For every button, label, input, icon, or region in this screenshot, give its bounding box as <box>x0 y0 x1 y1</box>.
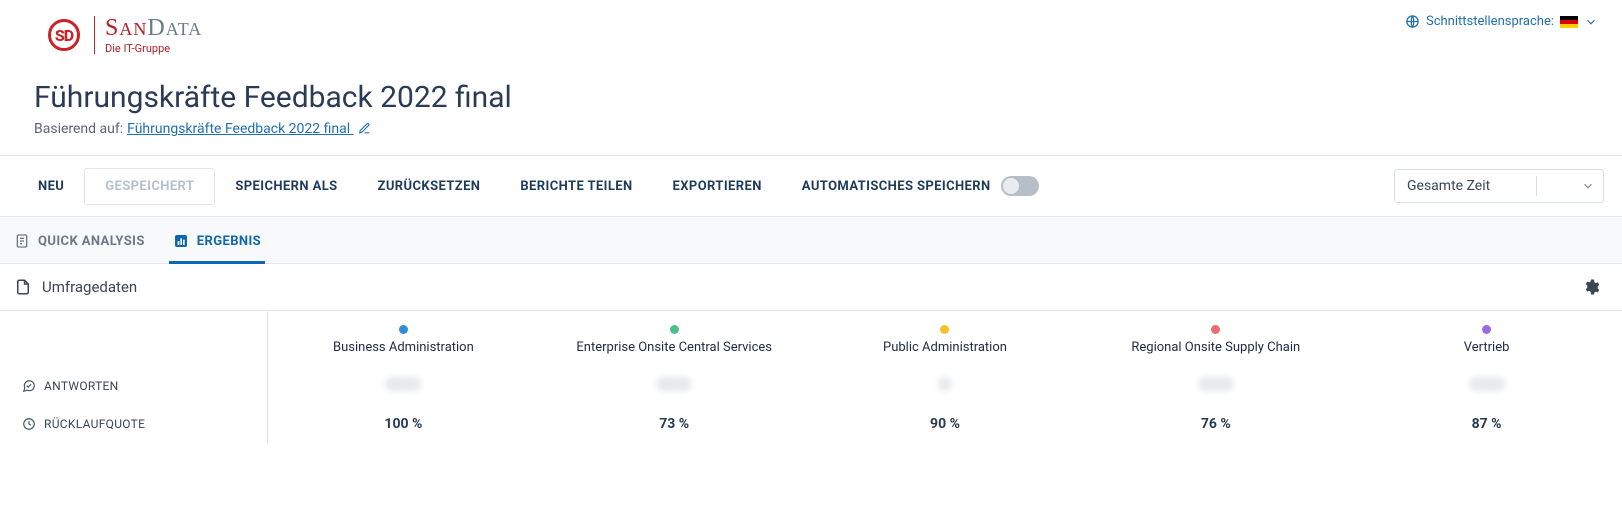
data-table: Business Administration Enterprise Onsite… <box>0 311 1622 443</box>
brand-tagline: Die IT-Gruppe <box>105 43 202 54</box>
page-title: Führungskräfte Feedback 2022 final <box>34 80 1622 115</box>
column-header: Business Administration <box>268 311 539 367</box>
edit-icon <box>358 122 371 135</box>
row-label-text: RÜCKLAUFQUOTE <box>44 417 145 431</box>
table-row-antworten: ANTWORTEN <box>0 367 1622 405</box>
tab-quick-analysis[interactable]: QUICK ANALYSIS <box>0 217 159 263</box>
series-dot-icon <box>940 325 949 334</box>
rate-value: 87 % <box>1472 416 1502 432</box>
series-dot-icon <box>1482 325 1491 334</box>
based-on-link[interactable]: Führungskräfte Feedback 2022 final <box>127 121 370 137</box>
time-filter-value: Gesamte Zeit <box>1407 178 1490 194</box>
row-label-text: ANTWORTEN <box>44 379 119 393</box>
document-icon <box>14 278 32 296</box>
row-label-antworten: ANTWORTEN <box>0 367 268 405</box>
brand-name-part: ATA <box>166 20 203 38</box>
brand-name-part: S <box>105 16 119 40</box>
clock-icon <box>22 417 36 431</box>
toolbar: NEU GESPEICHERT SPEICHERN ALS ZURÜCKSETZ… <box>0 155 1622 217</box>
column-name: Regional Onsite Supply Chain <box>1131 340 1300 355</box>
rate-value: 100 % <box>384 416 422 432</box>
brand-logo: SD S AN D ATA Die IT-Gruppe <box>48 10 212 60</box>
based-on-link-text: Führungskräfte Feedback 2022 final <box>127 121 350 137</box>
based-on-prefix: Basierend auf: <box>34 121 123 137</box>
brand-name-part: D <box>147 16 165 40</box>
rate-value: 90 % <box>930 416 960 432</box>
rate-value: 73 % <box>659 416 689 432</box>
share-reports-button[interactable]: BERICHTE TEILEN <box>500 169 652 204</box>
row-label-empty <box>0 311 268 367</box>
antworten-cell <box>810 367 1081 405</box>
tabs: QUICK ANALYSIS ERGEBNIS <box>0 217 1622 264</box>
antworten-cell <box>1351 367 1622 405</box>
time-filter-select[interactable]: Gesamte Zeit <box>1394 169 1604 203</box>
new-button[interactable]: NEU <box>18 169 84 204</box>
autosave-label: AUTOMATISCHES SPEICHERN <box>802 179 991 194</box>
column-name: Public Administration <box>883 340 1007 355</box>
rate-cell: 90 % <box>810 406 1081 442</box>
antworten-cell <box>1080 367 1351 405</box>
blurred-value <box>1198 377 1234 391</box>
blurred-value <box>656 377 692 391</box>
series-dot-icon <box>670 325 679 334</box>
column-name: Enterprise Onsite Central Services <box>576 340 772 355</box>
chart-icon <box>173 233 189 249</box>
rate-cell: 73 % <box>539 406 810 442</box>
column-name: Vertrieb <box>1464 340 1510 355</box>
globe-icon <box>1405 14 1420 29</box>
section-title: Umfragedaten <box>42 278 137 296</box>
rate-cell: 76 % <box>1080 406 1351 442</box>
saved-button: GESPEICHERT <box>84 168 215 205</box>
autosave-toggle[interactable] <box>1001 176 1039 196</box>
export-button[interactable]: EXPORTIEREN <box>653 169 782 204</box>
brand-mark-icon: SD <box>48 19 80 51</box>
brand-name-part: AN <box>119 20 147 38</box>
survey-icon <box>14 233 30 249</box>
row-label-ruecklauf: RÜCKLAUFQUOTE <box>0 405 268 443</box>
tab-label: ERGEBNIS <box>197 234 261 249</box>
section-header: Umfragedaten <box>0 264 1622 311</box>
series-dot-icon <box>1211 325 1220 334</box>
blurred-value <box>1469 377 1505 391</box>
rate-value: 76 % <box>1201 416 1231 432</box>
blurred-value <box>385 377 421 391</box>
autosave-toggle-group: AUTOMATISCHES SPEICHERN <box>782 166 1059 206</box>
column-header: Enterprise Onsite Central Services <box>539 311 810 367</box>
separator <box>1536 176 1537 196</box>
column-header: Regional Onsite Supply Chain <box>1080 311 1351 367</box>
tab-label: QUICK ANALYSIS <box>38 234 145 249</box>
check-message-icon <box>22 379 36 393</box>
chevron-down-icon <box>1584 15 1598 29</box>
column-header: Public Administration <box>810 311 1081 367</box>
language-switcher[interactable]: Schnittstellensprache: <box>1405 10 1598 29</box>
table-row-ruecklauf: RÜCKLAUFQUOTE 100 % 73 % 90 % 76 % 87 % <box>0 405 1622 443</box>
save-as-button[interactable]: SPEICHERN ALS <box>215 169 357 204</box>
chevron-down-icon <box>1581 179 1595 193</box>
column-name: Business Administration <box>333 340 474 355</box>
rate-cell: 100 % <box>268 406 539 442</box>
reset-button[interactable]: ZURÜCKSETZEN <box>358 169 501 204</box>
blurred-value <box>938 377 952 391</box>
flag-de-icon <box>1560 16 1578 28</box>
series-dot-icon <box>399 325 408 334</box>
rate-cell: 87 % <box>1351 406 1622 442</box>
column-header: Vertrieb <box>1351 311 1622 367</box>
tab-result[interactable]: ERGEBNIS <box>159 217 275 263</box>
table-header-row: Business Administration Enterprise Onsite… <box>0 311 1622 367</box>
gear-icon[interactable] <box>1582 278 1600 296</box>
language-label: Schnittstellensprache: <box>1426 14 1554 29</box>
antworten-cell <box>539 367 810 405</box>
antworten-cell <box>268 367 539 405</box>
